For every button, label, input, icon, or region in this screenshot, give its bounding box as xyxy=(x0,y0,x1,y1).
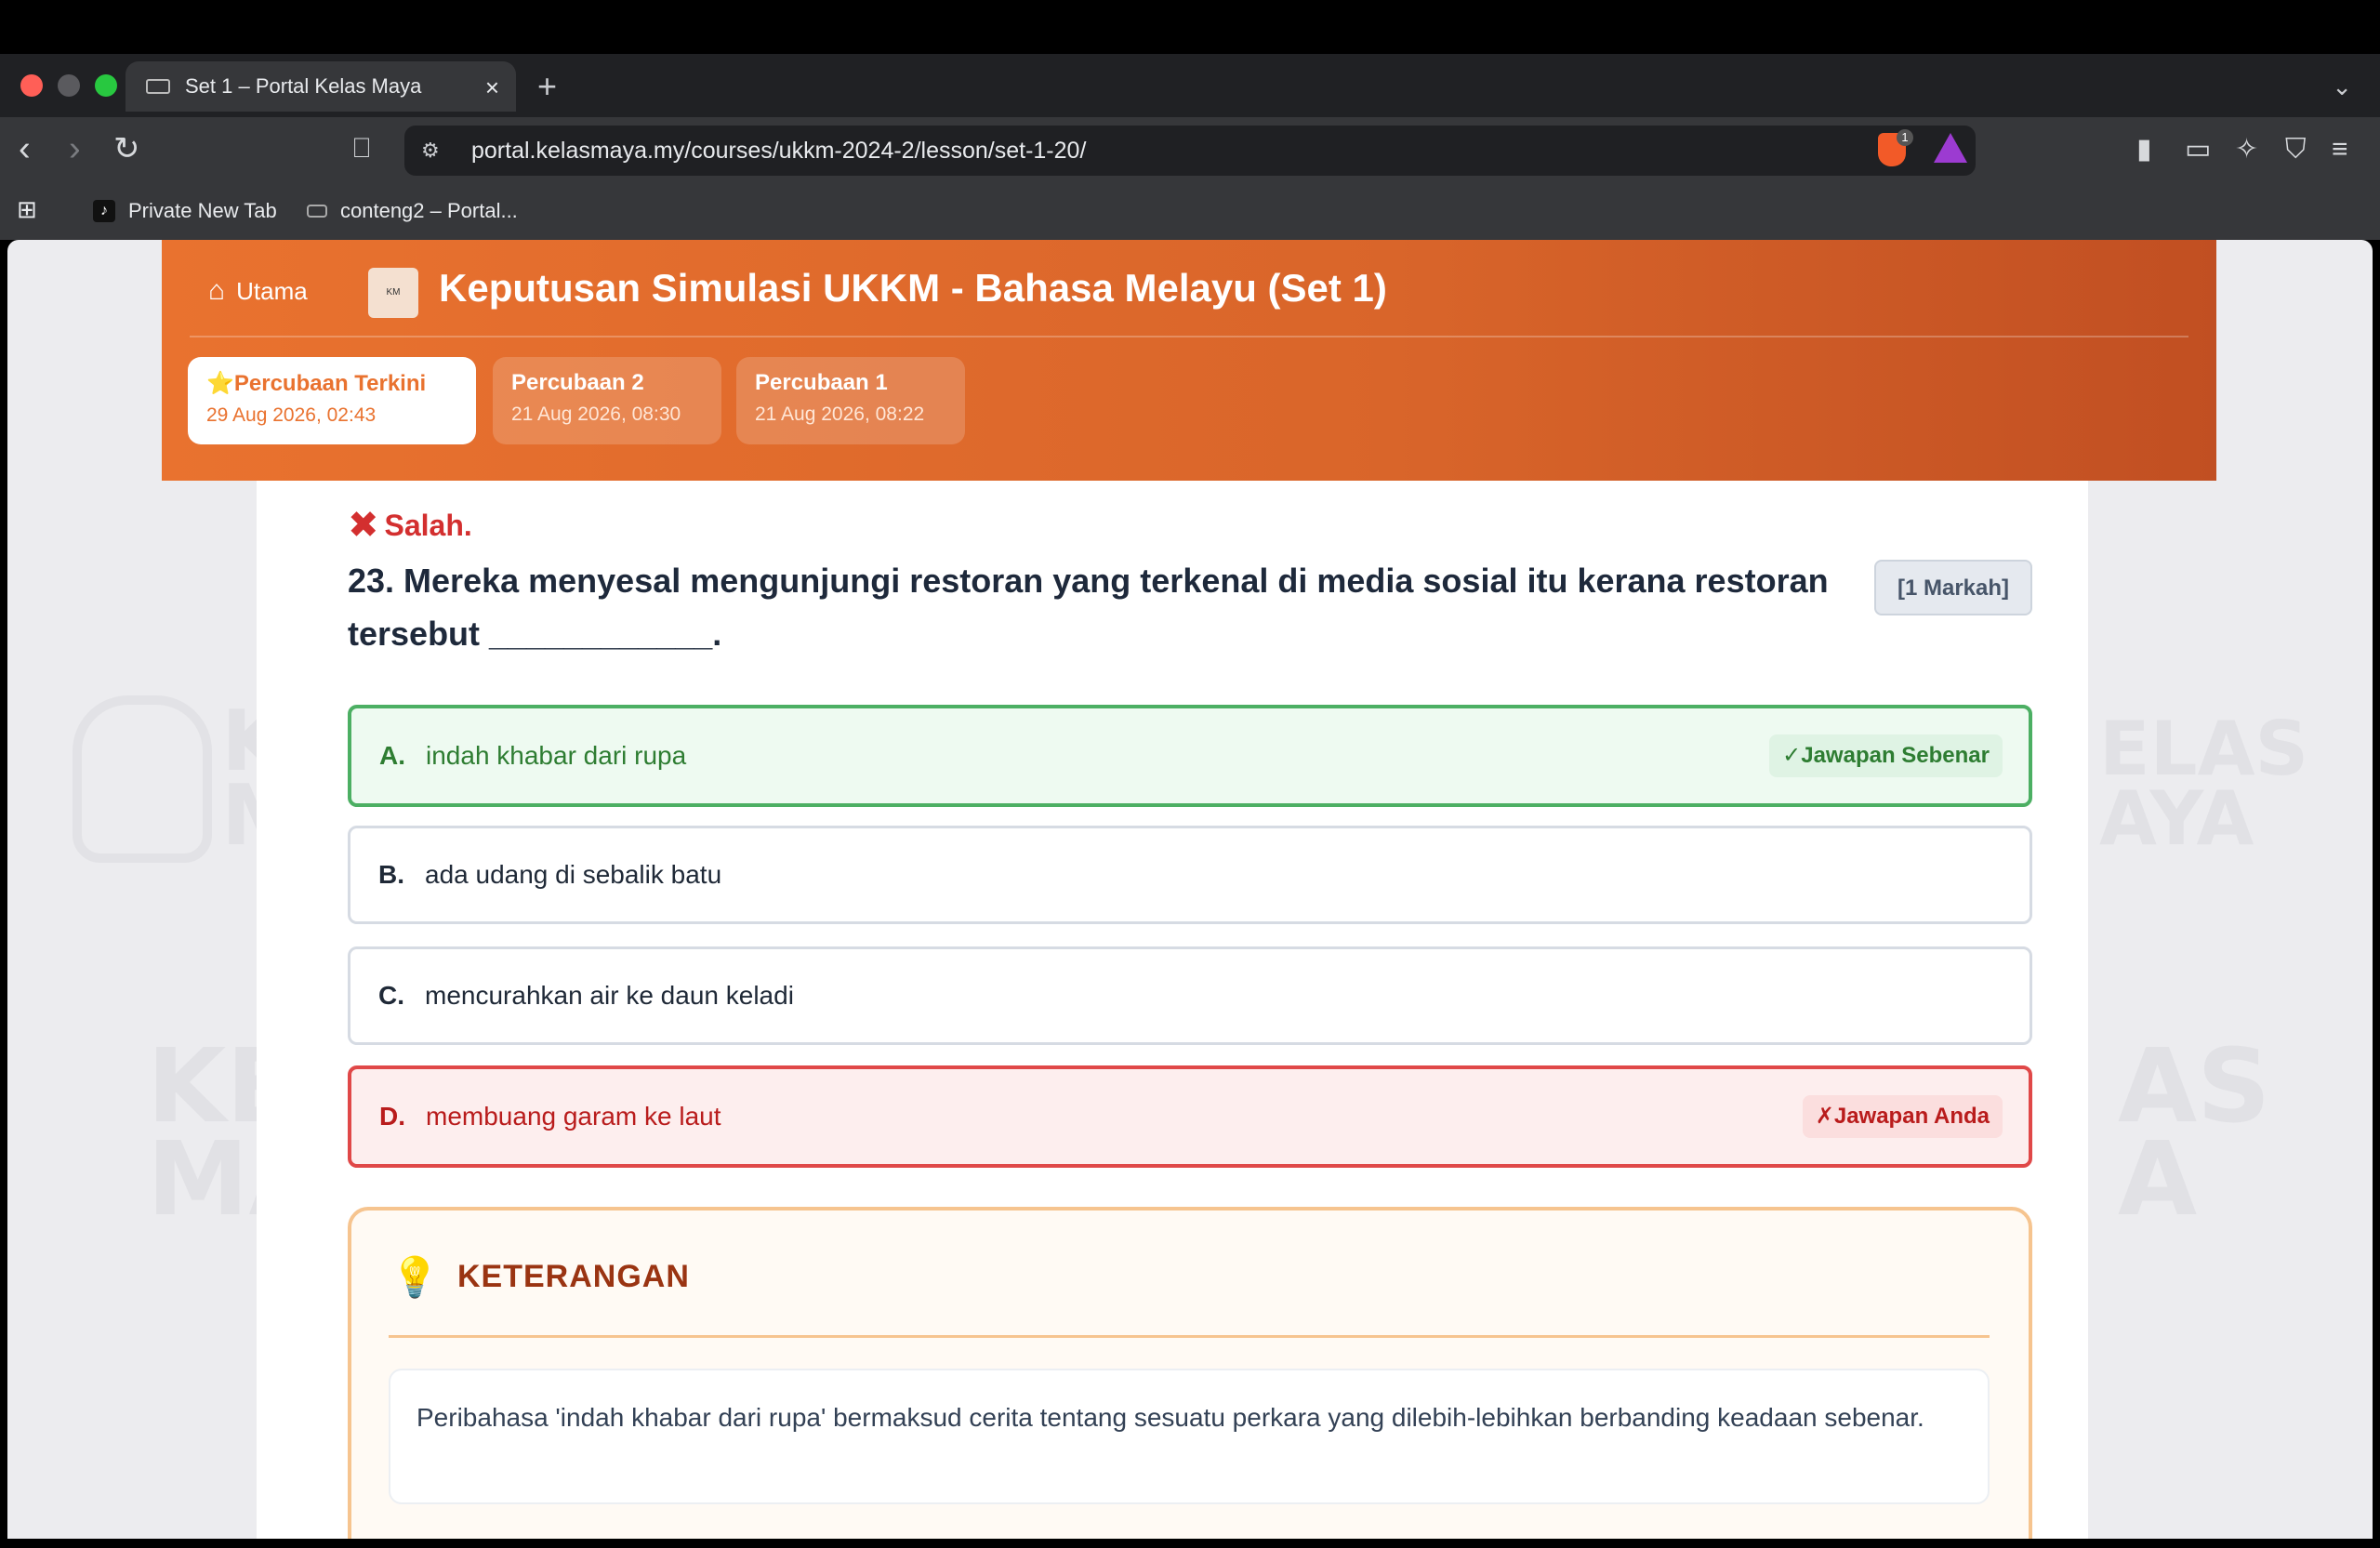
answer-verdict: ✖ Salah. xyxy=(348,504,472,547)
option-b: B. ada udang di sebalik batu xyxy=(348,826,2032,924)
site-settings-icon[interactable]: ⚙ xyxy=(421,139,445,163)
reload-icon[interactable]: ↻ xyxy=(113,130,140,167)
attempt-name: ⭐Percubaan Terkini xyxy=(206,371,427,396)
attempt-date: 21 Aug 2026, 08:30 xyxy=(511,404,681,425)
brave-rewards-icon[interactable] xyxy=(1934,133,1967,163)
attempt-name: Percubaan 2 xyxy=(511,370,644,395)
option-letter: D. xyxy=(379,1102,405,1131)
astronaut-watermark-icon xyxy=(73,695,212,863)
forward-button[interactable]: › xyxy=(69,130,81,167)
option-letter: C. xyxy=(378,981,404,1010)
window-zoom-button[interactable] xyxy=(95,74,117,97)
bookmark-conteng2[interactable]: conteng2 – Portal... xyxy=(307,199,518,223)
wallet-icon[interactable]: ▭ xyxy=(2185,134,2211,165)
bookmark-label: Private New Tab xyxy=(128,199,277,222)
browser-tab[interactable]: Set 1 – Portal Kelas Maya × xyxy=(126,61,516,112)
bookmarks-bar: ⊞ ♪ Private New Tab conteng2 – Portal... xyxy=(0,182,2380,240)
url-text: portal.kelasmaya.my/courses/ukkm-2024-2/… xyxy=(471,137,1087,164)
explanation-panel: 💡 KETERANGAN Peribahasa 'indah khabar da… xyxy=(348,1207,2032,1539)
explanation-body: Peribahasa 'indah khabar dari rupa' berm… xyxy=(389,1369,1990,1504)
vpn-icon[interactable]: ⛉ xyxy=(2285,134,2307,165)
new-tab-button[interactable]: + xyxy=(537,67,557,106)
cross-icon: ✖ xyxy=(348,505,379,546)
bookmark-private-new-tab[interactable]: ♪ Private New Tab xyxy=(93,199,277,223)
explanation-heading: KETERANGAN xyxy=(457,1259,690,1294)
watermark-right: AS A xyxy=(2118,1026,2271,1238)
option-c: C. mencurahkan air ke daun keladi xyxy=(348,946,2032,1045)
kelas-maya-logo: KM xyxy=(368,268,418,318)
back-button[interactable]: ‹ xyxy=(19,130,31,167)
apps-grid-icon[interactable]: ⊞ xyxy=(17,195,37,224)
explanation-divider xyxy=(389,1335,1990,1338)
attempt-date: 21 Aug 2026, 08:22 xyxy=(755,404,925,425)
lightbulb-icon: 💡 xyxy=(390,1255,440,1299)
bookmark-label: conteng2 – Portal... xyxy=(340,199,518,222)
bookmark-icon[interactable]: ⎕ xyxy=(353,130,370,167)
leo-ai-icon[interactable]: ✧ xyxy=(2235,134,2258,165)
home-label: Utama xyxy=(236,276,308,305)
home-icon: ⌂ xyxy=(208,275,226,306)
tab-close-icon[interactable]: × xyxy=(485,73,499,102)
option-d: D. membuang garam ke laut ✗Jawapan Anda xyxy=(348,1065,2032,1168)
home-link[interactable]: ⌂ Utama xyxy=(208,275,308,307)
sidebar-toggle-icon[interactable]: ▮ xyxy=(2136,134,2152,165)
tab-attempt-2[interactable]: Percubaan 2 21 Aug 2026, 08:30 xyxy=(493,357,721,444)
window-close-button[interactable] xyxy=(20,74,43,97)
page-viewport: K M ELAS AYA KE MA AS A ⌂ Utama KM Keput… xyxy=(7,240,2373,1539)
shield-count-badge: 1 xyxy=(1897,129,1913,146)
address-bar[interactable]: ⚙ portal.kelasmaya.my/courses/ukkm-2024-… xyxy=(404,126,1976,176)
tab-attempt-1[interactable]: Percubaan 1 21 Aug 2026, 08:22 xyxy=(736,357,965,444)
option-text: ada udang di sebalik batu xyxy=(425,860,722,889)
menu-bar xyxy=(0,0,2380,54)
option-a: A. indah khabar dari rupa ✓Jawapan Seben… xyxy=(348,705,2032,807)
question-text: 23. Mereka menyesal mengunjungi restoran… xyxy=(348,562,1829,653)
tab-title: Set 1 – Portal Kelas Maya xyxy=(185,74,422,98)
marks-badge: [1 Markah] xyxy=(1874,560,2032,615)
tab-attempt-latest[interactable]: ⭐Percubaan Terkini 29 Aug 2026, 02:43 xyxy=(188,357,476,444)
window-minimize-button[interactable] xyxy=(58,74,80,97)
results-header: ⌂ Utama KM Keputusan Simulasi UKKM - Bah… xyxy=(162,240,2216,481)
watermark-left: KE MA xyxy=(147,1026,328,1238)
menu-icon[interactable]: ≡ xyxy=(2332,134,2348,165)
verdict-text: Salah. xyxy=(384,508,472,542)
option-text: indah khabar dari rupa xyxy=(426,741,687,770)
page-title: Keputusan Simulasi UKKM - Bahasa Melayu … xyxy=(439,266,1387,310)
header-divider xyxy=(190,336,2188,337)
option-text: mencurahkan air ke daun keladi xyxy=(425,981,794,1010)
chevron-down-icon[interactable]: ⌄ xyxy=(2332,73,2352,101)
option-text: membuang garam ke laut xyxy=(426,1102,721,1131)
tiktok-icon: ♪ xyxy=(93,200,115,222)
bookmark-favicon-icon xyxy=(307,205,327,218)
correct-answer-badge: ✓Jawapan Sebenar xyxy=(1769,734,2003,777)
option-letter: B. xyxy=(378,860,404,889)
tab-favicon-icon xyxy=(146,79,170,94)
attempt-name: Percubaan 1 xyxy=(755,370,888,395)
attempt-date: 29 Aug 2026, 02:43 xyxy=(206,404,377,426)
option-letter: A. xyxy=(379,741,405,770)
watermark-right-top: ELAS AYA xyxy=(2099,706,2309,862)
your-answer-badge: ✗Jawapan Anda xyxy=(1802,1095,2003,1138)
